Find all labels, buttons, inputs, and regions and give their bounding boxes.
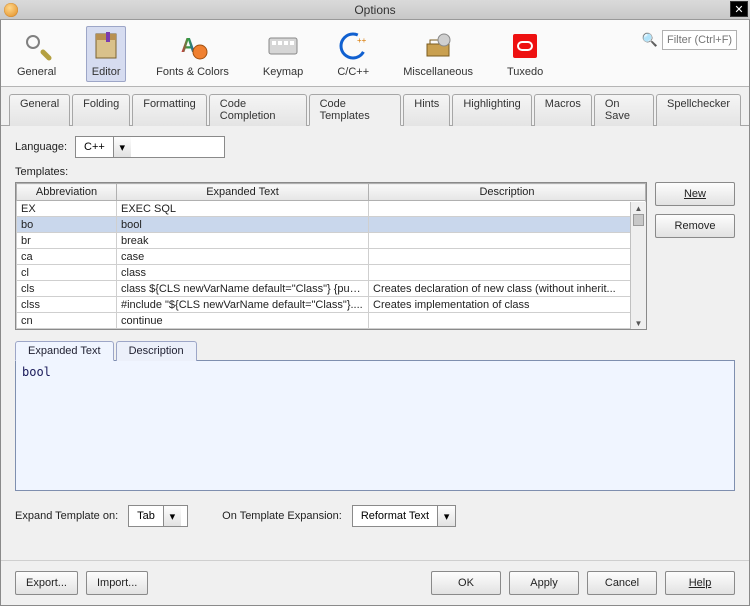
close-button[interactable]: ✕ [730, 1, 748, 17]
chevron-down-icon: ▾ [163, 506, 181, 526]
table-row[interactable]: bobool [17, 217, 646, 233]
table-row[interactable]: clss#include "${CLS newVarName default="… [17, 297, 646, 313]
scroll-thumb[interactable] [633, 214, 644, 226]
help-button[interactable]: Help [665, 571, 735, 595]
tab-on-save[interactable]: On Save [594, 94, 654, 126]
language-value: C++ [76, 141, 113, 153]
remove-button[interactable]: Remove [655, 214, 735, 238]
keyboard-icon [267, 30, 299, 62]
toolbar-label: C/C++ [337, 66, 369, 78]
cancel-button[interactable]: Cancel [587, 571, 657, 595]
table-row[interactable]: cacase [17, 249, 646, 265]
templates-label: Templates: [15, 166, 735, 178]
chevron-down-icon: ▾ [113, 137, 131, 157]
tab-code-templates[interactable]: Code Templates [309, 94, 402, 126]
apply-button[interactable]: Apply [509, 571, 579, 595]
title-bar: Options ✕ [0, 0, 750, 20]
on-expansion-combo[interactable]: Reformat Text ▾ [352, 505, 456, 527]
subtab-description[interactable]: Description [116, 341, 197, 361]
table-row[interactable]: clsclass ${CLS newVarName default="Class… [17, 281, 646, 297]
ok-button[interactable]: OK [431, 571, 501, 595]
toolbox-icon [422, 30, 454, 62]
toolbar-general[interactable]: General [13, 26, 60, 82]
toolbar-editor[interactable]: Editor [86, 26, 126, 82]
export-button[interactable]: Export... [15, 571, 78, 595]
notebook-icon [90, 30, 122, 62]
scroll-up-icon[interactable]: ▲ [633, 202, 644, 214]
language-combo[interactable]: C++ ▾ [75, 136, 225, 158]
tab-general[interactable]: General [9, 94, 70, 126]
toolbar-miscellaneous[interactable]: Miscellaneous [399, 26, 477, 82]
toolbar-keymap[interactable]: Keymap [259, 26, 307, 82]
tab-formatting[interactable]: Formatting [132, 94, 207, 126]
scroll-down-icon[interactable]: ▼ [633, 317, 644, 329]
editor-subtabs: General Folding Formatting Code Completi… [1, 87, 749, 126]
col-expanded[interactable]: Expanded Text [117, 184, 369, 201]
search-icon: 🔍 [642, 32, 658, 48]
col-description[interactable]: Description [369, 184, 646, 201]
language-label: Language: [15, 141, 67, 153]
toolbar-tuxedo[interactable]: Tuxedo [503, 26, 547, 82]
templates-table[interactable]: Abbreviation Expanded Text Description E… [15, 182, 647, 330]
gear-wrench-icon [21, 30, 53, 62]
table-row[interactable]: clclass [17, 265, 646, 281]
table-row[interactable]: cncontinue [17, 313, 646, 329]
on-expansion-label: On Template Expansion: [222, 510, 342, 522]
tab-code-completion[interactable]: Code Completion [209, 94, 307, 126]
toolbar-label: Editor [92, 66, 121, 78]
category-toolbar: General Editor A Fonts & Colors Keymap +… [1, 20, 749, 87]
import-button[interactable]: Import... [86, 571, 148, 595]
toolbar-label: Fonts & Colors [156, 66, 229, 78]
expand-on-combo[interactable]: Tab ▾ [128, 505, 188, 527]
toolbar-fonts-colors[interactable]: A Fonts & Colors [152, 26, 233, 82]
toolbar-label: Keymap [263, 66, 303, 78]
new-button[interactable]: New [655, 182, 735, 206]
table-scrollbar[interactable]: ▲ ▼ [630, 202, 646, 329]
tab-folding[interactable]: Folding [72, 94, 130, 126]
template-editor[interactable]: bool [15, 361, 735, 491]
subtab-expanded-text[interactable]: Expanded Text [15, 341, 114, 361]
chevron-down-icon: ▾ [437, 506, 455, 526]
tab-highlighting[interactable]: Highlighting [452, 94, 531, 126]
table-row[interactable]: brbreak [17, 233, 646, 249]
toolbar-label: Tuxedo [507, 66, 543, 78]
fonts-colors-icon: A [177, 30, 209, 62]
toolbar-c-cpp[interactable]: ++ C/C++ [333, 26, 373, 82]
expand-on-label: Expand Template on: [15, 510, 118, 522]
table-row[interactable]: EXEXEC SQL [17, 201, 646, 217]
c-cpp-icon: ++ [337, 30, 369, 62]
tab-hints[interactable]: Hints [403, 94, 450, 126]
col-abbreviation[interactable]: Abbreviation [17, 184, 117, 201]
toolbar-label: General [17, 66, 56, 78]
svg-text:++: ++ [357, 36, 367, 45]
oracle-icon [509, 30, 541, 62]
window-title: Options [0, 3, 750, 17]
toolbar-label: Miscellaneous [403, 66, 473, 78]
filter-input[interactable] [662, 30, 737, 50]
tab-macros[interactable]: Macros [534, 94, 592, 126]
tab-spellchecker[interactable]: Spellchecker [656, 94, 741, 126]
